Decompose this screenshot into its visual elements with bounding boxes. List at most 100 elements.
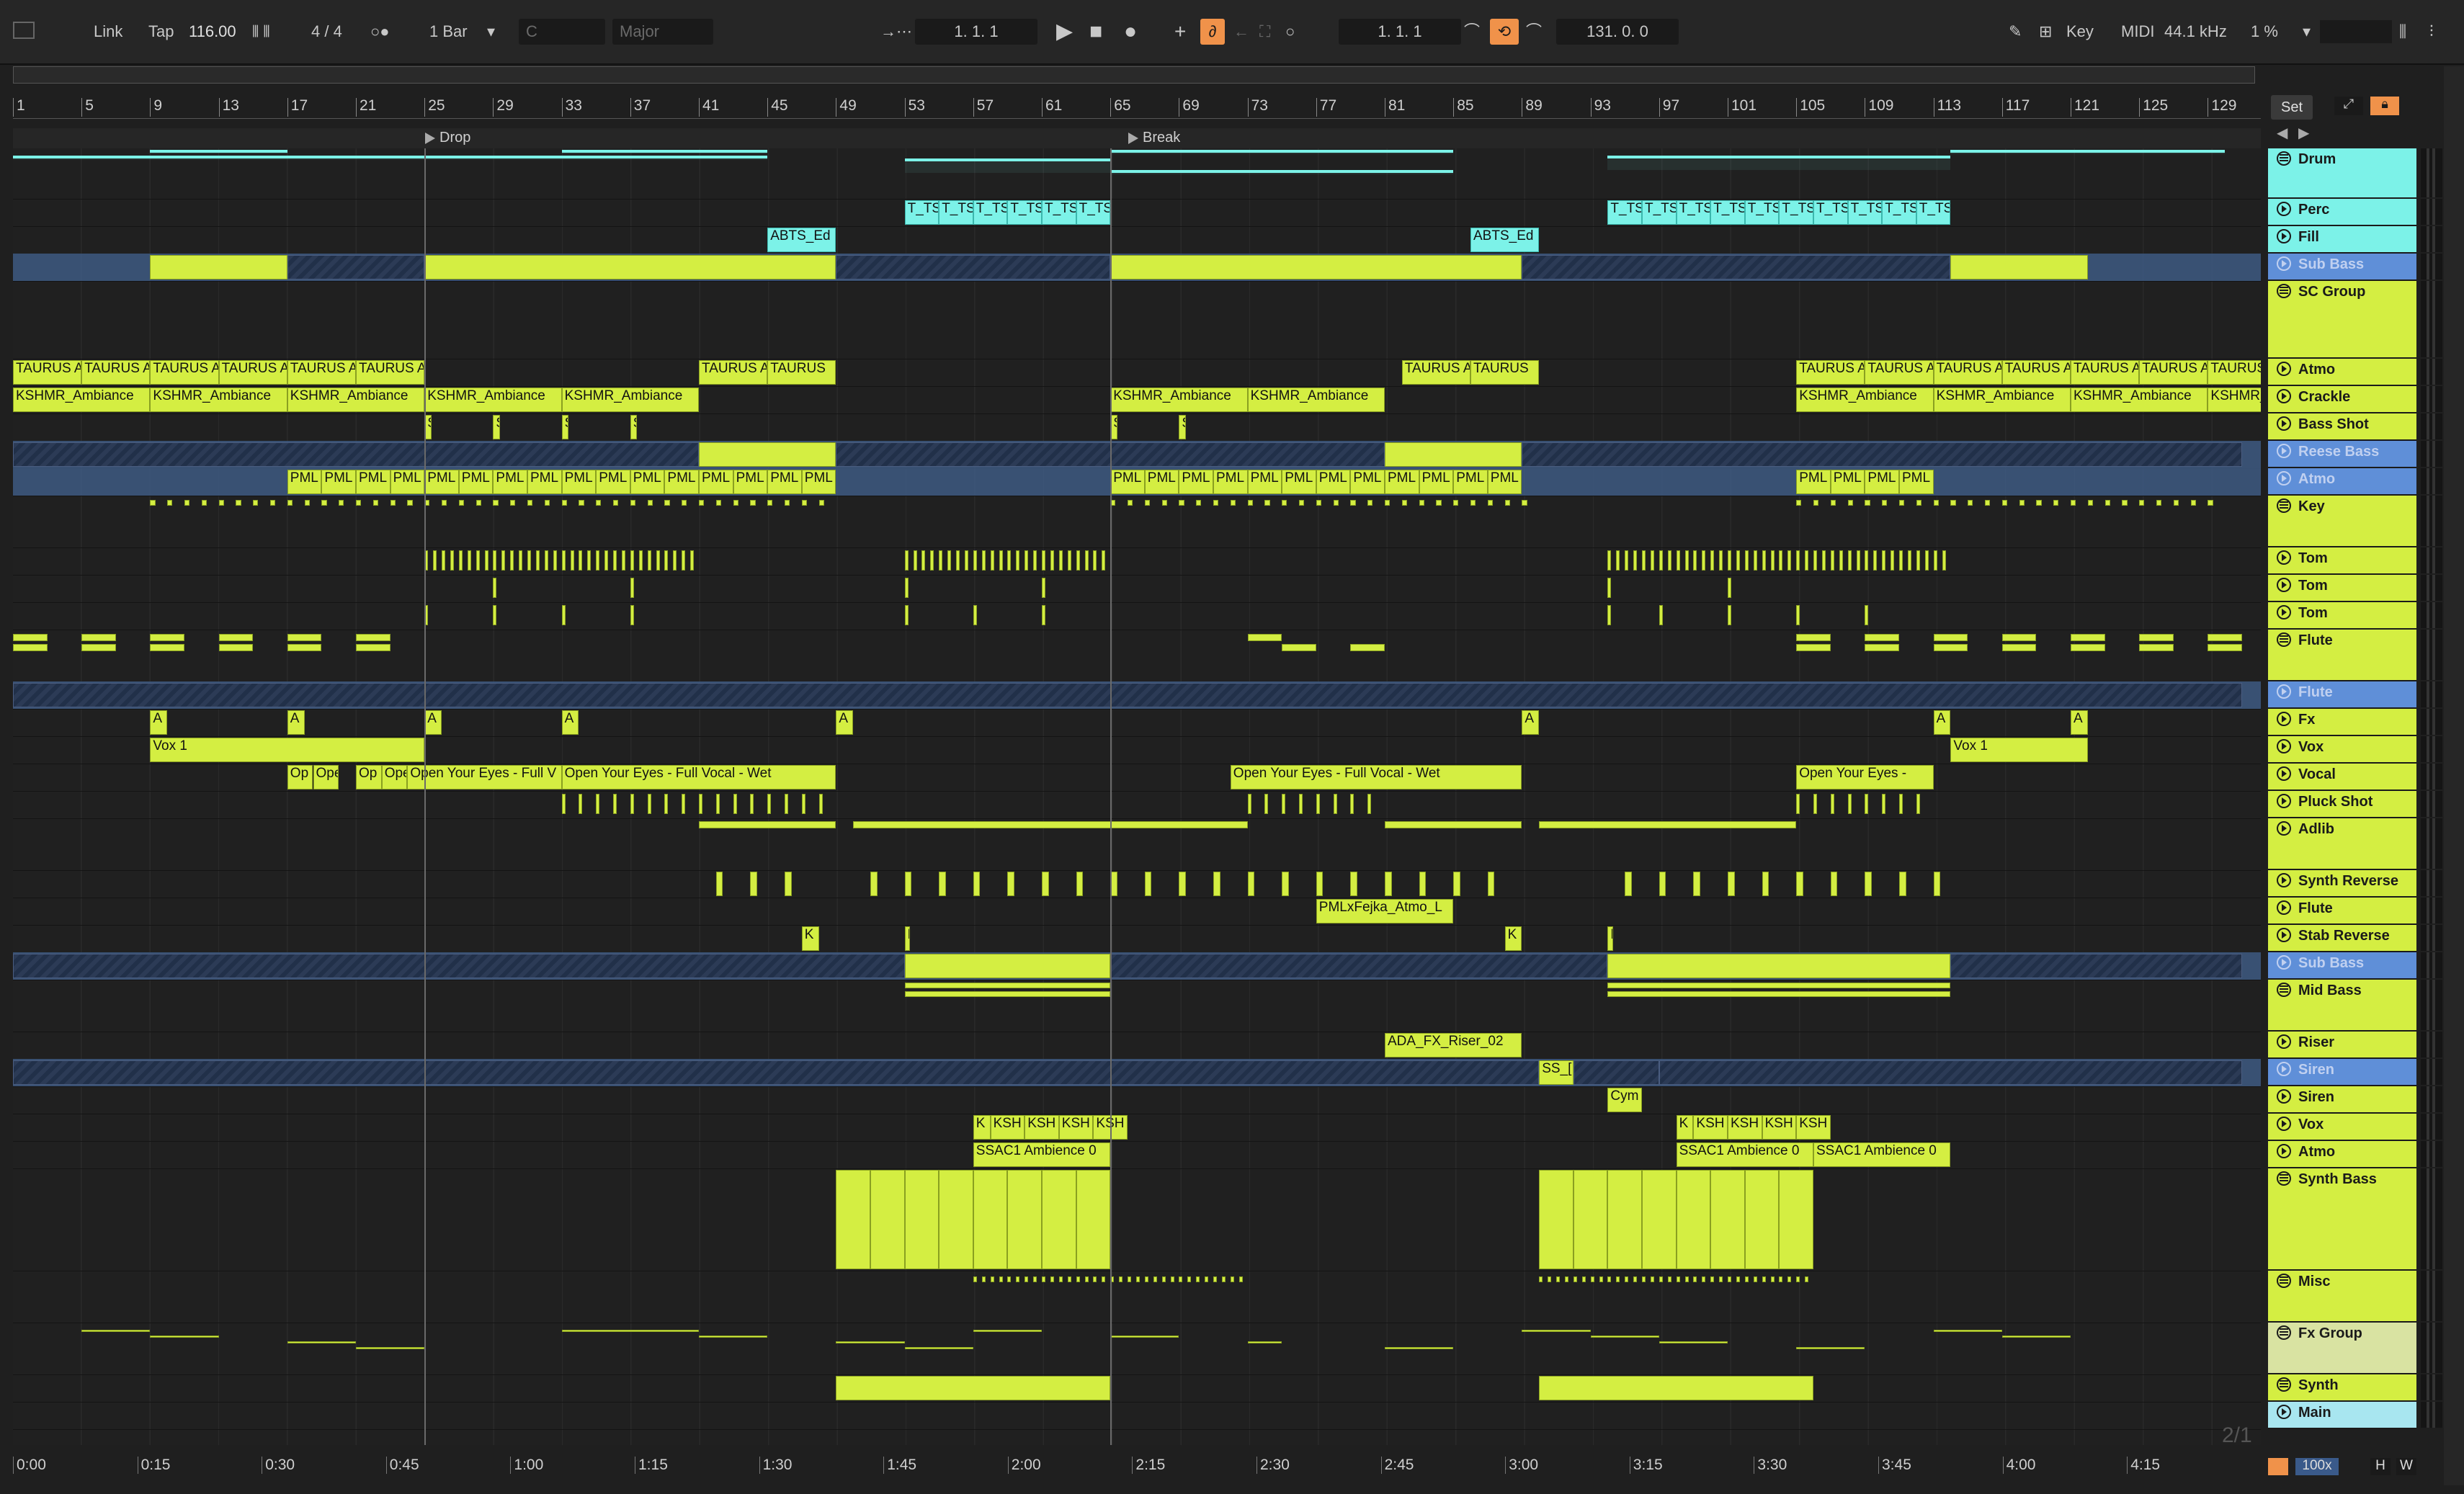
clip[interactable] — [1367, 500, 1373, 506]
clip[interactable] — [1042, 605, 1045, 625]
clip[interactable] — [1779, 1276, 1783, 1282]
track-header-synth-reverse[interactable]: Synth Reverse — [2268, 870, 2416, 898]
clip[interactable] — [1282, 500, 1287, 506]
clip[interactable] — [458, 550, 463, 571]
clip[interactable] — [1865, 644, 1899, 651]
clip[interactable] — [1710, 1276, 1715, 1282]
clip[interactable]: A — [1522, 710, 1540, 735]
stop-icon[interactable]: ■ — [1089, 16, 1102, 48]
loop-start-field[interactable]: 1. 1. 1 — [1339, 19, 1461, 45]
clip[interactable] — [1865, 500, 1870, 506]
clip[interactable] — [1719, 1276, 1723, 1282]
clip[interactable] — [1865, 634, 1899, 641]
group-fold-icon[interactable] — [2277, 498, 2291, 513]
clip[interactable] — [527, 550, 531, 571]
clip[interactable]: PML — [1110, 470, 1145, 494]
clip[interactable] — [613, 500, 619, 506]
clip[interactable] — [201, 500, 207, 506]
loop-switch-icon[interactable]: ⟲ — [1490, 19, 1519, 45]
clip[interactable] — [981, 1276, 986, 1282]
clip[interactable] — [1084, 550, 1089, 571]
punch-in-icon[interactable]: ⌒ — [1464, 16, 1480, 48]
clip[interactable] — [1436, 500, 1442, 506]
clip[interactable] — [1453, 872, 1460, 896]
clip[interactable] — [150, 500, 156, 506]
clip[interactable] — [973, 1170, 1008, 1269]
track-header-synth[interactable]: Synth — [2268, 1374, 2416, 1402]
clip[interactable]: PML — [1213, 470, 1248, 494]
clip[interactable] — [1642, 550, 1646, 571]
clip[interactable] — [1607, 578, 1612, 598]
clip[interactable] — [1128, 500, 1133, 506]
clip[interactable]: TAURUS A — [1401, 360, 1470, 385]
clip[interactable] — [870, 1170, 905, 1269]
track-header-synth-bass[interactable]: Synth Bass — [2268, 1168, 2416, 1271]
clip[interactable] — [715, 794, 720, 814]
clip[interactable] — [1933, 634, 1968, 641]
clip[interactable] — [1221, 1276, 1226, 1282]
clip[interactable]: K — [973, 1115, 991, 1140]
clip[interactable]: K — [1607, 926, 1613, 951]
clip[interactable] — [1539, 1276, 1543, 1282]
clip[interactable]: KSHMR_Ambiance — [2071, 388, 2208, 412]
track-lane[interactable] — [13, 1402, 2261, 1430]
clip[interactable] — [1693, 872, 1700, 896]
clip[interactable]: PML — [1282, 470, 1316, 494]
clip[interactable] — [372, 500, 378, 506]
clip[interactable] — [1787, 550, 1792, 571]
clip[interactable] — [1728, 578, 1731, 598]
track-lane[interactable] — [13, 709, 2261, 737]
clip[interactable] — [1144, 1276, 1148, 1282]
clip[interactable] — [1042, 550, 1045, 571]
clip[interactable] — [699, 821, 836, 828]
arrangement-view[interactable]: T_TS T_TS T_TS T_TS T_TS T_TS T_TS T_TS T_TS T_TS… — [13, 148, 2261, 1445]
track-header-key[interactable]: Key — [2268, 496, 2416, 547]
clip[interactable] — [1084, 1276, 1089, 1282]
clip[interactable] — [1882, 550, 1886, 571]
play-clip-icon[interactable] — [2277, 605, 2291, 619]
clip[interactable] — [1744, 550, 1749, 571]
track-header-atmo[interactable]: Atmo — [2268, 359, 2416, 386]
track-lane[interactable] — [13, 547, 2261, 576]
metronome-icon[interactable]: ○● — [370, 16, 390, 48]
clip[interactable] — [1950, 255, 2088, 279]
clip[interactable] — [1787, 1276, 1792, 1282]
clip[interactable]: PML — [664, 470, 699, 494]
clip[interactable] — [270, 500, 276, 506]
clip[interactable] — [630, 550, 634, 571]
clip[interactable] — [1058, 1276, 1063, 1282]
clip[interactable] — [570, 550, 574, 571]
clip[interactable] — [1856, 550, 1860, 571]
next-locator-icon[interactable]: ▶ — [2298, 124, 2309, 142]
clip[interactable] — [476, 500, 481, 506]
clip[interactable] — [1796, 605, 1800, 625]
clip[interactable] — [1985, 500, 1991, 506]
clip[interactable] — [1119, 1276, 1123, 1282]
clip[interactable] — [1805, 550, 1809, 571]
clip[interactable]: TAURUS A — [1933, 360, 2002, 385]
clip[interactable] — [613, 794, 617, 814]
clip[interactable] — [1659, 605, 1663, 625]
scale-select[interactable]: Major — [612, 19, 713, 45]
clip[interactable] — [1779, 550, 1783, 571]
clip[interactable] — [2019, 500, 2025, 506]
nudge-icon[interactable]: ⫴ ⫴ — [252, 16, 270, 48]
clip[interactable] — [1899, 550, 1903, 571]
clip[interactable] — [1453, 500, 1459, 506]
clip[interactable] — [13, 442, 699, 467]
clip[interactable] — [1581, 1276, 1586, 1282]
track-header-drum[interactable]: Drum — [2268, 148, 2416, 199]
clip[interactable] — [1873, 550, 1878, 571]
midi-map-button[interactable]: MIDI — [2121, 16, 2154, 48]
clip[interactable] — [682, 550, 686, 571]
clip[interactable] — [527, 500, 533, 506]
clip[interactable]: K — [1676, 1115, 1694, 1140]
clip[interactable] — [2122, 500, 2128, 506]
play-clip-icon[interactable] — [2277, 739, 2291, 753]
clip[interactable] — [630, 794, 634, 814]
play-clip-icon[interactable] — [2277, 389, 2291, 403]
clip[interactable] — [1916, 794, 1920, 814]
clip[interactable] — [561, 500, 567, 506]
clip[interactable] — [1282, 644, 1316, 651]
clip[interactable] — [930, 550, 934, 571]
